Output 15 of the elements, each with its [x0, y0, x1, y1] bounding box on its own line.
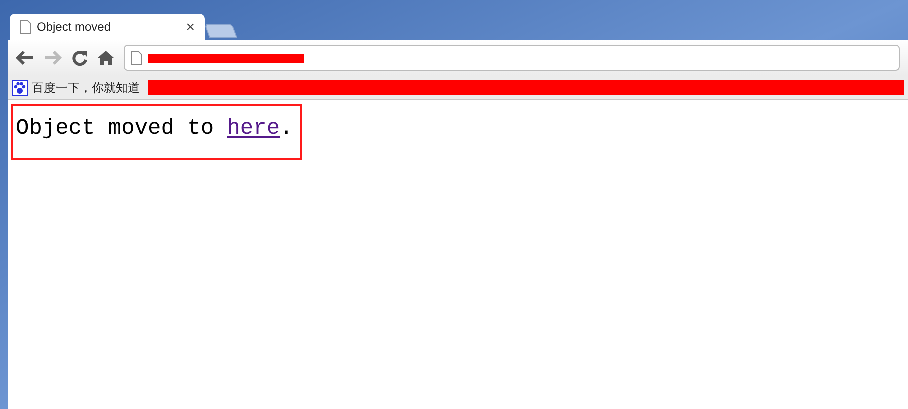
home-icon[interactable] — [98, 50, 114, 66]
new-tab-button[interactable] — [204, 24, 238, 38]
redirect-link[interactable]: here — [227, 116, 280, 141]
bookmark-label: 百度一下，你就知道 — [32, 80, 140, 96]
redirect-message: Object moved to here. — [16, 115, 294, 143]
bookmark-item[interactable]: 百度一下，你就知道 — [12, 78, 140, 96]
page-icon — [131, 51, 142, 65]
tab-title: Object moved — [37, 19, 112, 36]
browser-tab[interactable]: Object moved × — [10, 14, 205, 40]
address-field[interactable] — [124, 45, 900, 71]
close-button[interactable]: × — [186, 20, 195, 34]
back-icon[interactable] — [16, 50, 34, 66]
reload-icon[interactable] — [72, 50, 88, 66]
paw-icon — [12, 80, 28, 96]
page-icon — [20, 20, 31, 34]
